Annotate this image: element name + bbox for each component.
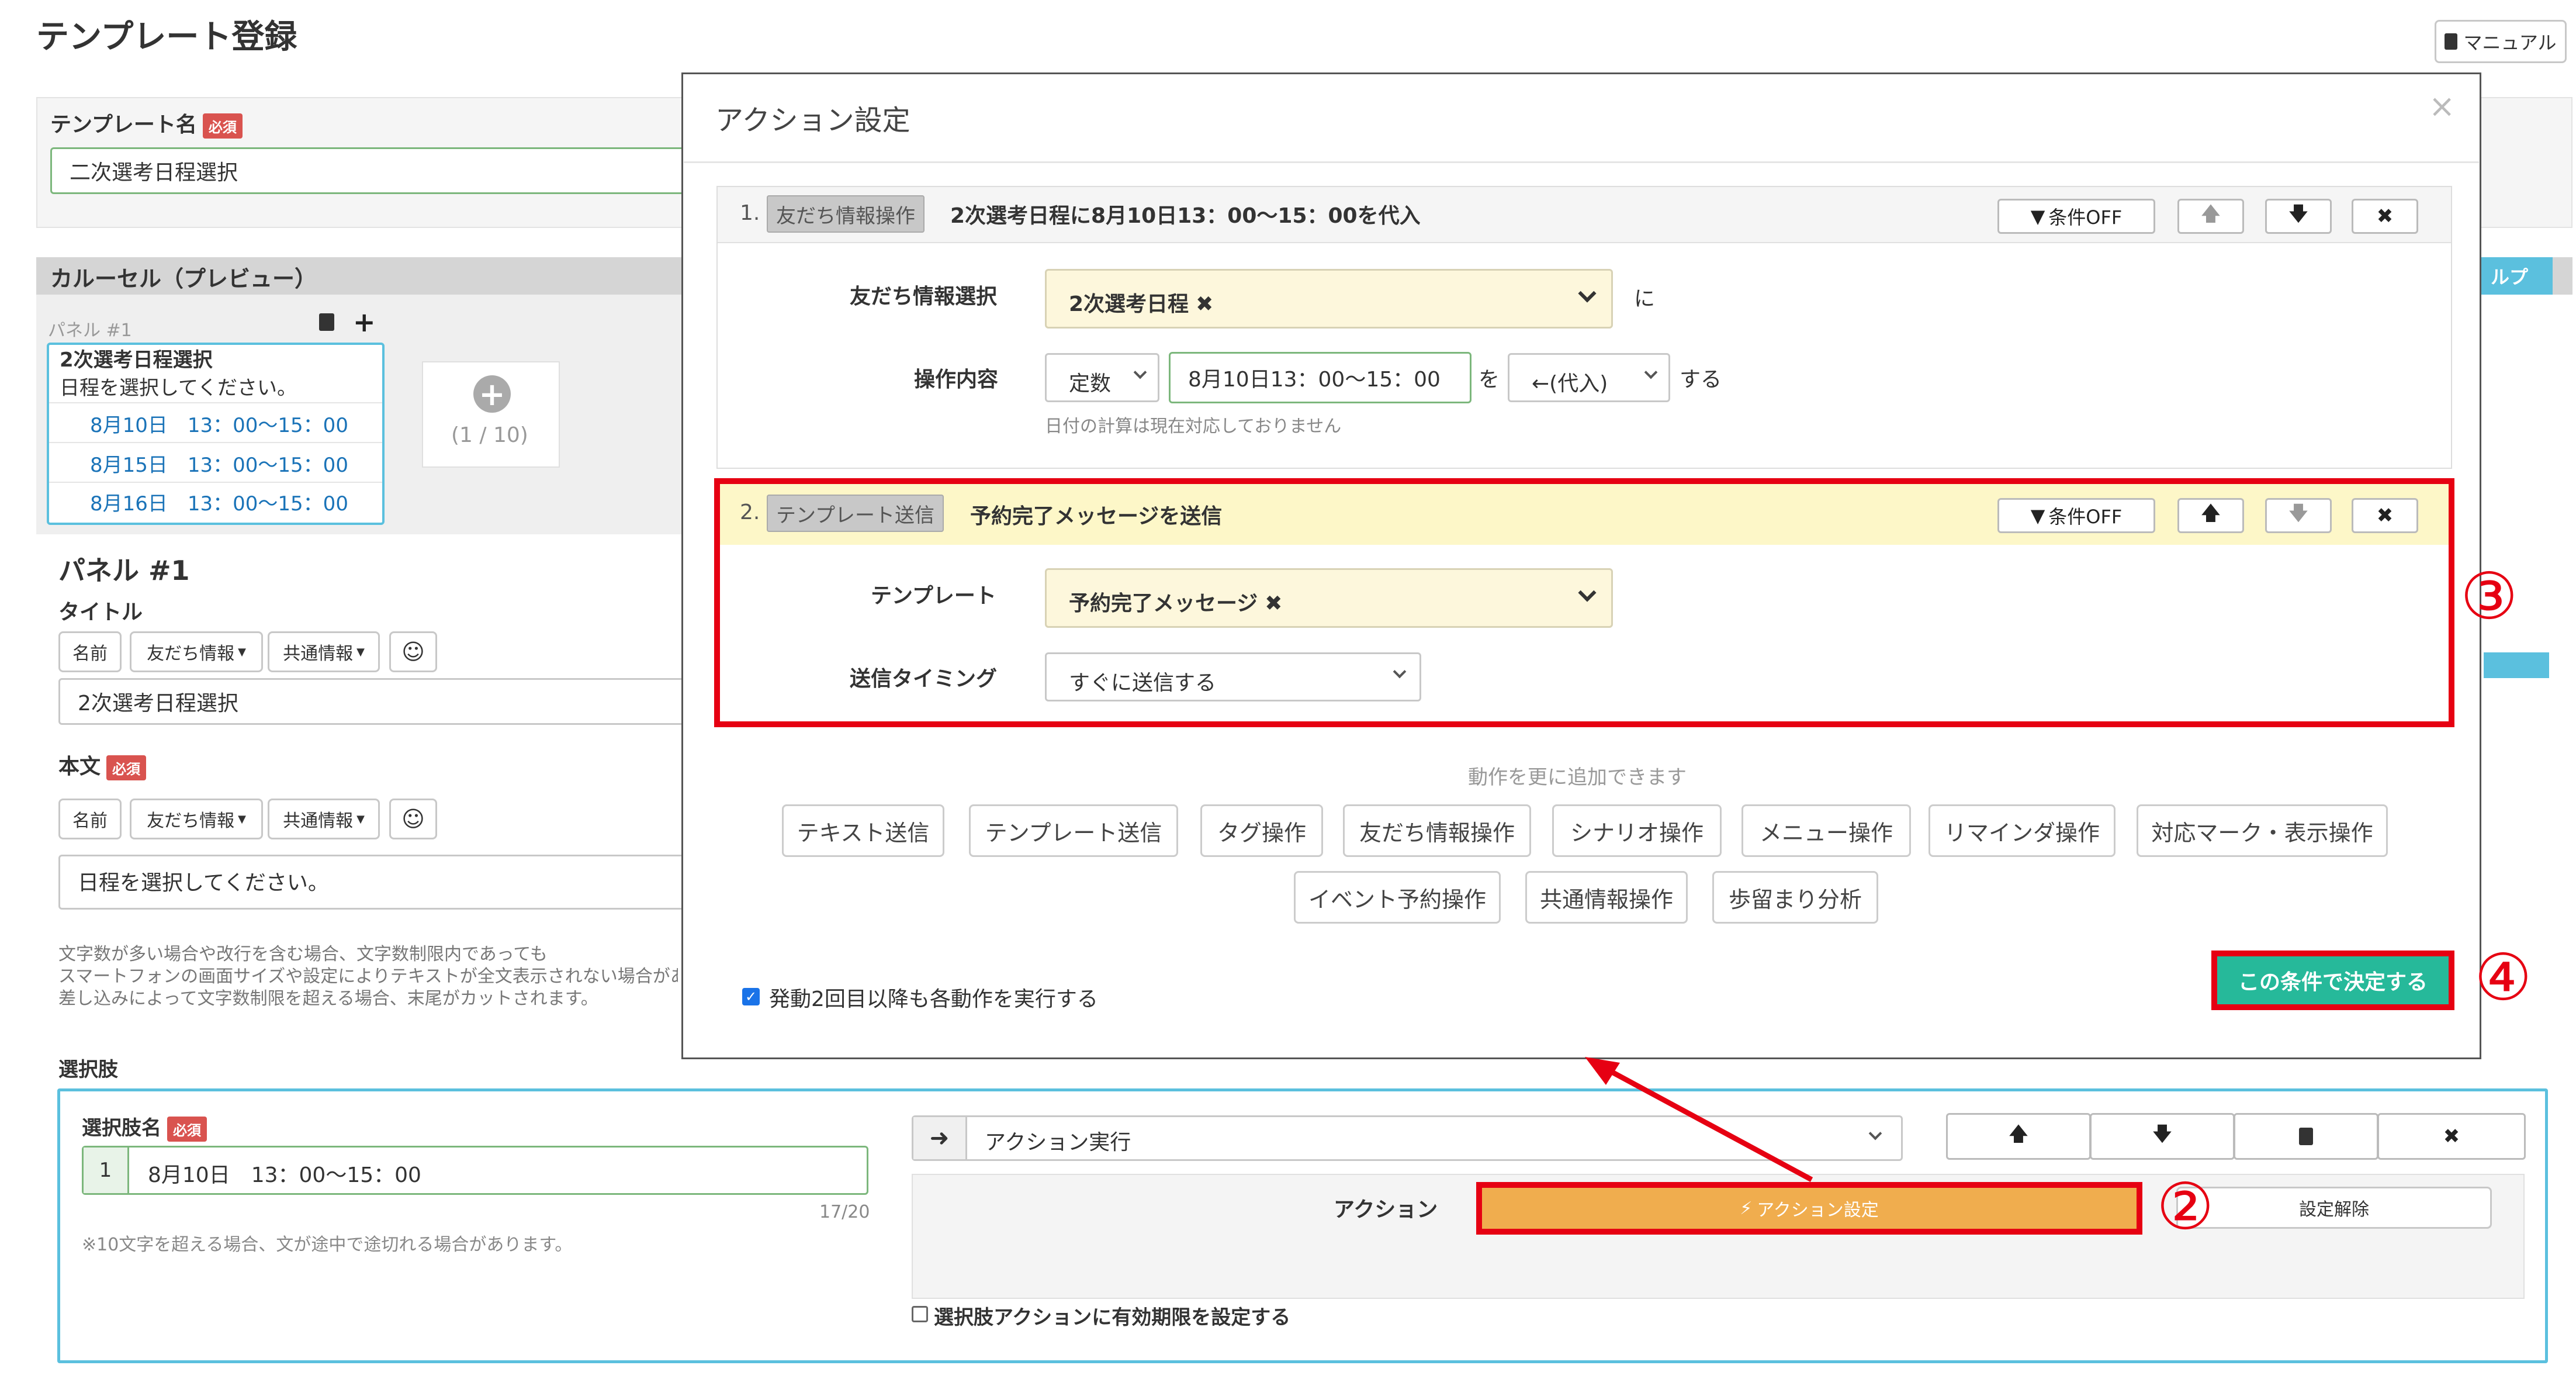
side-tab[interactable] <box>2484 652 2549 678</box>
annotation-circle-2: ② <box>2156 1169 2214 1244</box>
annotation-circle-3: ③ <box>2460 559 2518 634</box>
annotation-circle-4: ④ <box>2474 940 2532 1015</box>
